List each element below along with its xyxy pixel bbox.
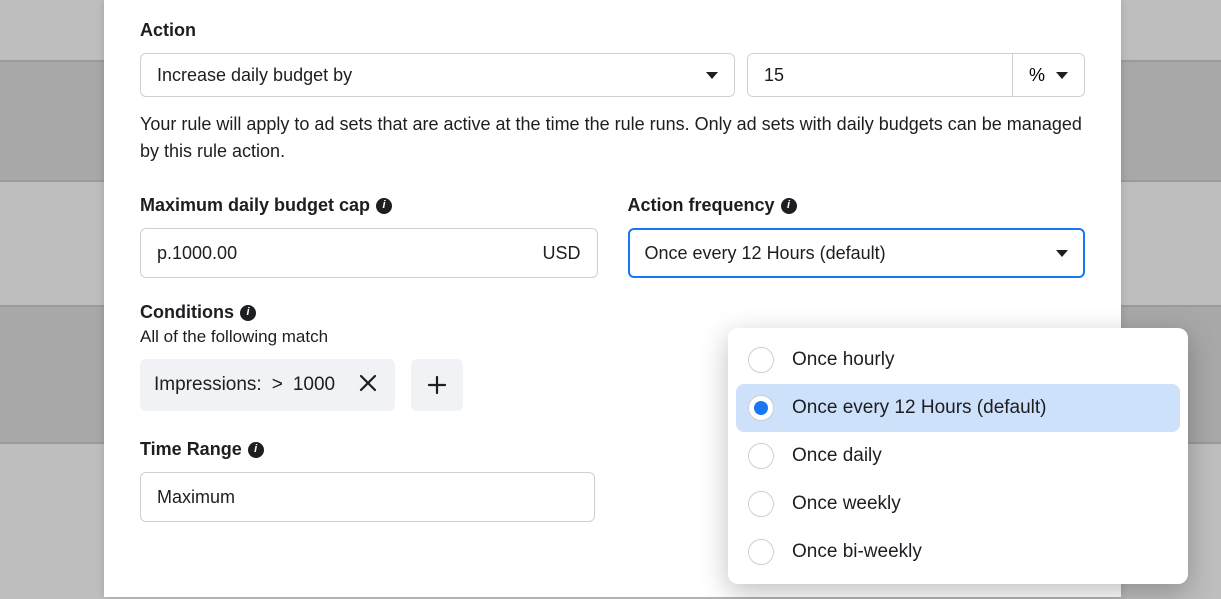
chevron-down-icon bbox=[706, 72, 718, 79]
action-unit-select[interactable]: % bbox=[1012, 54, 1084, 96]
frequency-option[interactable]: Once daily bbox=[736, 432, 1180, 480]
frequency-option[interactable]: Once every 12 Hours (default) bbox=[736, 384, 1180, 432]
add-condition-button[interactable] bbox=[411, 359, 463, 411]
chevron-down-icon bbox=[1056, 72, 1068, 79]
frequency-option[interactable]: Once bi-weekly bbox=[736, 528, 1180, 576]
close-icon[interactable] bbox=[355, 370, 381, 400]
conditions-label-text: Conditions bbox=[140, 302, 234, 323]
frequency-option-label: Once bi-weekly bbox=[792, 541, 922, 563]
info-icon[interactable]: i bbox=[248, 442, 264, 458]
action-amount-input[interactable] bbox=[748, 54, 1012, 96]
frequency-option-label: Once weekly bbox=[792, 493, 901, 515]
radio-icon bbox=[748, 347, 774, 373]
action-label-text: Action bbox=[140, 20, 196, 41]
action-frequency-label: Action frequency i bbox=[628, 195, 1086, 216]
info-icon[interactable]: i bbox=[240, 305, 256, 321]
frequency-option-label: Once daily bbox=[792, 445, 882, 467]
action-unit-value: % bbox=[1029, 65, 1045, 86]
conditions-label: Conditions i bbox=[140, 302, 1085, 323]
radio-icon bbox=[748, 539, 774, 565]
budget-cap-currency: USD bbox=[542, 243, 580, 264]
budget-cap-label-text: Maximum daily budget cap bbox=[140, 195, 370, 216]
condition-value: 1000 bbox=[293, 374, 335, 396]
radio-icon bbox=[748, 491, 774, 517]
time-range-label-text: Time Range bbox=[140, 439, 242, 460]
action-frequency-menu: Once hourly Once every 12 Hours (default)… bbox=[728, 328, 1188, 584]
action-row: Increase daily budget by % bbox=[140, 53, 1085, 97]
rule-panel: Action Increase daily budget by % Your r… bbox=[104, 0, 1121, 597]
action-description: Your rule will apply to ad sets that are… bbox=[140, 111, 1085, 165]
action-select[interactable]: Increase daily budget by bbox=[140, 53, 735, 97]
budget-cap-label: Maximum daily budget cap i bbox=[140, 195, 598, 216]
frequency-option[interactable]: Once hourly bbox=[736, 336, 1180, 384]
action-frequency-select[interactable]: Once every 12 Hours (default) bbox=[628, 228, 1086, 278]
budget-frequency-row: Maximum daily budget cap i USD Action fr… bbox=[140, 195, 1085, 278]
action-frequency-label-text: Action frequency bbox=[628, 195, 775, 216]
frequency-option-label: Once hourly bbox=[792, 349, 894, 371]
radio-icon bbox=[748, 443, 774, 469]
condition-metric: Impressions: bbox=[154, 374, 262, 396]
frequency-option[interactable]: Once weekly bbox=[736, 480, 1180, 528]
budget-cap-input[interactable] bbox=[157, 243, 534, 264]
condition-op: > bbox=[272, 374, 283, 396]
time-range-value: Maximum bbox=[157, 487, 235, 508]
time-range-select[interactable]: Maximum bbox=[140, 472, 595, 522]
action-amount-combo: % bbox=[747, 53, 1085, 97]
action-select-value: Increase daily budget by bbox=[157, 65, 352, 86]
action-frequency-col: Action frequency i Once every 12 Hours (… bbox=[628, 195, 1086, 278]
budget-cap-col: Maximum daily budget cap i USD bbox=[140, 195, 598, 278]
info-icon[interactable]: i bbox=[376, 198, 392, 214]
radio-icon bbox=[748, 395, 774, 421]
chevron-down-icon bbox=[1056, 250, 1068, 257]
frequency-option-label: Once every 12 Hours (default) bbox=[792, 397, 1047, 419]
condition-chip[interactable]: Impressions: > 1000 bbox=[140, 359, 395, 411]
budget-cap-input-wrap[interactable]: USD bbox=[140, 228, 598, 278]
action-label: Action bbox=[140, 20, 1085, 41]
action-frequency-value: Once every 12 Hours (default) bbox=[645, 243, 886, 264]
info-icon[interactable]: i bbox=[781, 198, 797, 214]
